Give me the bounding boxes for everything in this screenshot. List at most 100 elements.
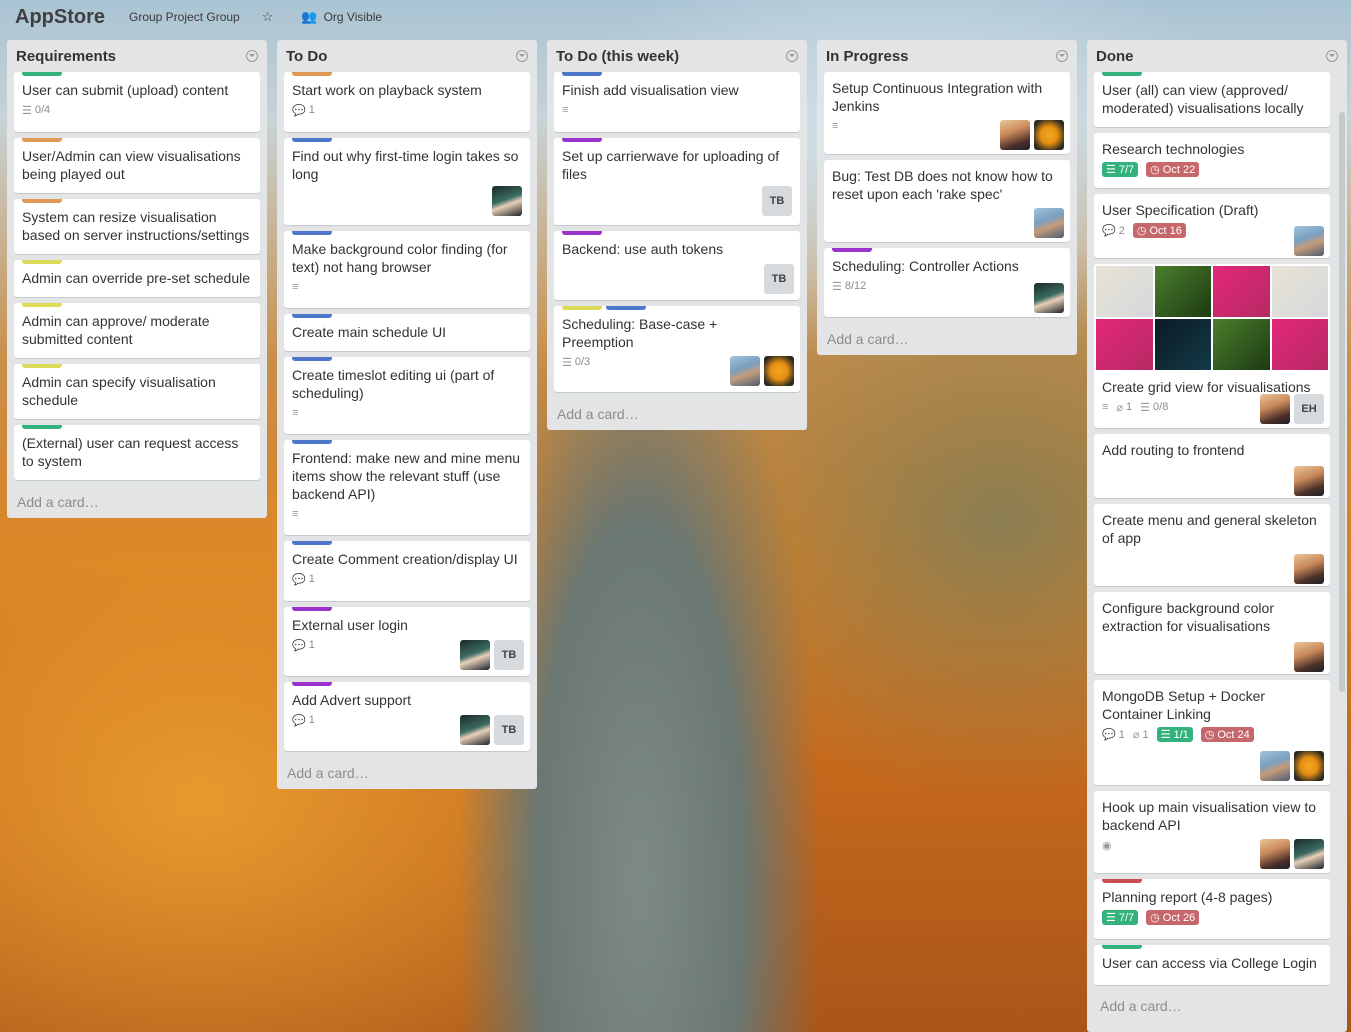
due-date: Oct 22 — [1162, 163, 1196, 176]
card[interactable]: Create timeslot editing ui (part of sche… — [284, 357, 530, 434]
member-avatar[interactable] — [492, 186, 522, 216]
label-yellow — [22, 260, 62, 264]
list-menu-icon[interactable] — [1056, 50, 1068, 62]
list-done: Done User (all) can view (approved/ mode… — [1087, 40, 1347, 1032]
list-title[interactable]: In Progress — [826, 48, 909, 65]
member-avatar[interactable] — [1294, 554, 1324, 584]
card[interactable]: MongoDB Setup + Docker Container Linking… — [1094, 680, 1330, 785]
card[interactable]: Hook up main visualisation view to backe… — [1094, 791, 1330, 873]
card-members: TB — [460, 715, 524, 745]
card[interactable]: Scheduling: Base-case + Preemption ☰ 0/3 — [554, 306, 800, 392]
card[interactable]: User can access via College Login — [1094, 945, 1330, 985]
card[interactable]: Research technologies ☰ 7/7 ◷ Oct 22 — [1094, 133, 1330, 188]
member-avatar[interactable] — [1260, 751, 1290, 781]
card[interactable]: Start work on playback system 💬 1 — [284, 72, 530, 132]
card-members: TB — [460, 640, 524, 670]
card[interactable]: (External) user can request access to sy… — [14, 425, 260, 480]
comment-icon: 💬 — [292, 104, 306, 117]
list-scrollbar[interactable] — [1339, 112, 1345, 692]
member-avatar[interactable] — [1260, 394, 1290, 424]
card[interactable]: Admin can specify visualisation schedule — [14, 364, 260, 419]
card[interactable]: Planning report (4-8 pages) ☰ 7/7 ◷ Oct 26 — [1094, 879, 1330, 939]
member-avatar[interactable] — [1294, 226, 1324, 256]
card[interactable]: User Specification (Draft) 💬 2 ◷ Oct 16 — [1094, 194, 1330, 258]
member-avatar[interactable] — [1034, 120, 1064, 150]
member-avatar[interactable] — [1000, 120, 1030, 150]
card-badges: 💬 1 — [292, 103, 522, 117]
label-orange — [292, 72, 332, 76]
list-title[interactable]: To Do (this week) — [556, 48, 679, 65]
member-avatar[interactable] — [1294, 839, 1324, 869]
card[interactable]: Admin can approve/ moderate submitted co… — [14, 303, 260, 358]
comment-count: 1 — [308, 714, 315, 726]
board-title[interactable]: AppStore — [15, 6, 105, 29]
member-avatar[interactable] — [1034, 208, 1064, 238]
card[interactable]: User (all) can view (approved/ moderated… — [1094, 72, 1330, 127]
member-initials[interactable]: TB — [494, 640, 524, 670]
label-orange — [22, 199, 62, 203]
card-title: Setup Continuous Integration with Jenkin… — [832, 80, 1043, 114]
card-labels — [292, 314, 522, 318]
attachment-count: 1 — [1126, 401, 1133, 413]
list-in-progress: In Progress Setup Continuous Integration… — [817, 40, 1077, 355]
card-cover-image — [1094, 264, 1330, 372]
clock-icon: ◷ — [1150, 164, 1160, 176]
list-menu-icon[interactable] — [786, 50, 798, 62]
card[interactable]: Bug: Test DB does not know how to reset … — [824, 160, 1070, 242]
card[interactable]: Admin can override pre-set schedule — [14, 260, 260, 297]
card[interactable]: Create main schedule UI — [284, 314, 530, 351]
list-menu-icon[interactable] — [516, 50, 528, 62]
team-link[interactable]: Group Project Group — [129, 10, 240, 24]
list-menu-icon[interactable] — [1326, 50, 1338, 62]
card[interactable]: Create Comment creation/display UI 💬 1 — [284, 541, 530, 601]
add-card-button[interactable]: Add a card… — [824, 323, 1070, 355]
member-avatar[interactable] — [1260, 839, 1290, 869]
comment-icon: 💬 — [292, 714, 306, 727]
add-card-button[interactable]: Add a card… — [554, 398, 800, 430]
card[interactable]: User/Admin can view visualisations being… — [14, 138, 260, 193]
member-initials[interactable]: TB — [494, 715, 524, 745]
card[interactable]: Finish add visualisation view ≡ — [554, 72, 800, 132]
member-avatar[interactable] — [730, 356, 760, 386]
list-title[interactable]: To Do — [286, 48, 327, 65]
card[interactable]: External user login 💬 1 TB — [284, 607, 530, 676]
visibility-button[interactable]: 👥 Org Visible — [301, 9, 382, 25]
card[interactable]: System can resize visualisation based on… — [14, 199, 260, 254]
card[interactable]: Create grid view for visualisations ≡ ⌀ 1 ☰… — [1094, 264, 1330, 428]
member-initials[interactable]: EH — [1294, 394, 1324, 424]
card-title: MongoDB Setup + Docker Container Linking — [1102, 688, 1266, 722]
star-button[interactable]: ☆ — [262, 9, 280, 25]
member-avatar[interactable] — [460, 715, 490, 745]
org-icon: 👥 — [301, 9, 318, 24]
member-initials[interactable]: TB — [764, 264, 794, 294]
member-avatar[interactable] — [1034, 283, 1064, 313]
card[interactable]: Add Advert support 💬 1 TB — [284, 682, 530, 751]
card[interactable]: Create menu and general skeleton of app — [1094, 504, 1330, 586]
add-card-button[interactable]: Add a card… — [1097, 990, 1182, 1022]
card-title: System can resize visualisation based on… — [22, 209, 250, 243]
member-avatar[interactable] — [460, 640, 490, 670]
card[interactable]: Scheduling: Controller Actions ☰ 8/12 — [824, 248, 1070, 317]
card[interactable]: Set up carrierwave for uploading of file… — [554, 138, 800, 225]
add-card-button[interactable]: Add a card… — [14, 486, 260, 518]
card-title: Hook up main visualisation view to backe… — [1102, 799, 1316, 833]
member-avatar[interactable] — [764, 356, 794, 386]
card[interactable]: Configure background color extraction fo… — [1094, 592, 1330, 674]
list-title[interactable]: Done — [1096, 48, 1134, 65]
comment-badge: 💬 1 — [292, 639, 315, 652]
card[interactable]: Add routing to frontend — [1094, 434, 1330, 498]
card[interactable]: Backend: use auth tokens TB — [554, 231, 800, 300]
card-members — [1294, 642, 1324, 672]
card[interactable]: User can submit (upload) content ☰ 0/4 — [14, 72, 260, 132]
member-initials[interactable]: TB — [762, 186, 792, 216]
member-avatar[interactable] — [1294, 751, 1324, 781]
card[interactable]: Find out why first-time login takes so l… — [284, 138, 530, 225]
card[interactable]: Frontend: make new and mine menu items s… — [284, 440, 530, 535]
list-title[interactable]: Requirements — [16, 48, 116, 65]
card[interactable]: Make background color finding (for text)… — [284, 231, 530, 308]
list-menu-icon[interactable] — [246, 50, 258, 62]
member-avatar[interactable] — [1294, 466, 1324, 496]
add-card-button[interactable]: Add a card… — [284, 757, 530, 789]
member-avatar[interactable] — [1294, 642, 1324, 672]
card[interactable]: Setup Continuous Integration with Jenkin… — [824, 72, 1070, 154]
